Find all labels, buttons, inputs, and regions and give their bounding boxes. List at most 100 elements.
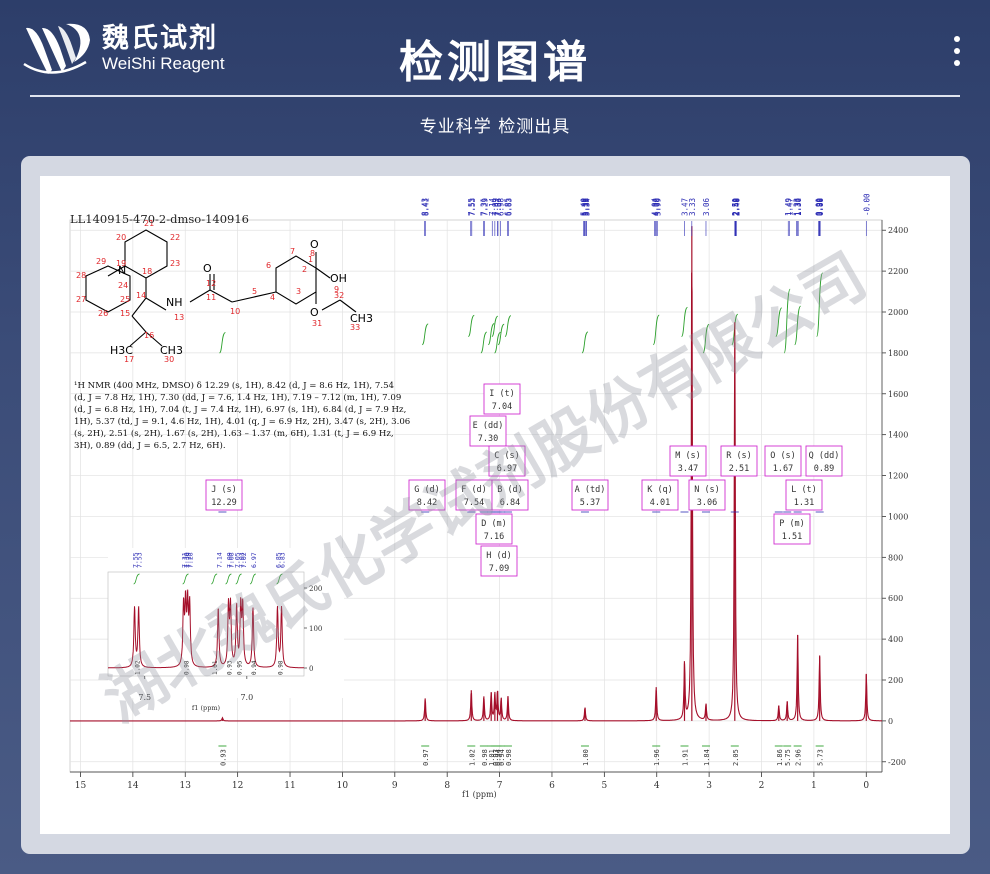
atom-num-27: 27 — [76, 295, 86, 304]
multiplet-shift: 3.06 — [697, 498, 717, 508]
x-tick-label: 0 — [863, 781, 869, 791]
peak-label-text: 1.30 — [794, 197, 803, 216]
multiplet-box: A (td) 5.37 — [571, 479, 609, 513]
atom-num-8: 8 — [310, 249, 315, 258]
integral-value: 0.97 — [421, 745, 430, 766]
integral-value: 1.86 — [774, 745, 784, 766]
atom-num-20: 20 — [116, 233, 126, 242]
atom-num-2: 2 — [302, 265, 307, 274]
integral-value-text: 0.93 — [219, 749, 227, 766]
multiplet-box: N (s) 3.06 — [688, 479, 726, 513]
peak-label: -0.00 — [862, 193, 871, 236]
y-tick-label: 2400 — [888, 226, 908, 235]
nmr-description-text: ¹H NMR (400 MHz, DMSO) δ 12.29 (s, 1H), … — [74, 380, 410, 451]
multiplet-shift: 7.16 — [484, 532, 504, 542]
multiplet-name: I (t) — [489, 389, 515, 399]
integral-curve — [652, 314, 660, 346]
x-tick-label: 3 — [706, 781, 712, 791]
inset-y-tick-label: 0 — [309, 665, 313, 673]
atom-num-16: 16 — [144, 331, 154, 340]
integral-value-text: 0.98 — [505, 749, 513, 766]
integral-value-text: 2.96 — [795, 749, 803, 766]
integral-value-text: 1.96 — [653, 749, 661, 766]
peak-label-text: 8.41 — [422, 198, 431, 216]
x-tick-label: 12 — [232, 781, 243, 791]
multiplet-shift: 3.47 — [678, 464, 698, 474]
nmr-spectrum-chart: 15 14 13 12 11 10 9 8 7 6 5 4 3 2 1 0-20002004006008001… — [69, 193, 908, 799]
y-tick-label: 1200 — [888, 472, 908, 481]
multiplet-name: M (s) — [675, 451, 701, 461]
multiplet-shift: 7.09 — [489, 564, 509, 574]
atom-num-26: 26 — [98, 309, 108, 318]
nmr-line-5: (s, 2H), 2.51 (s, 2H), 1.67 (s, 2H), 1.6… — [74, 428, 394, 439]
x-tick-label: 6 — [549, 781, 555, 791]
x-tick-label: 5 — [601, 781, 607, 791]
integral-curve — [480, 331, 488, 354]
x-tick-label: 15 — [75, 781, 87, 791]
y-tick-label: 0 — [888, 717, 893, 726]
integral-curve — [421, 323, 429, 346]
atom-num-24: 24 — [118, 281, 128, 290]
y-tick-label: 200 — [888, 676, 903, 685]
multiplet-name: A (td) — [575, 485, 606, 495]
x-tick-label: 10 — [337, 781, 349, 791]
nmr-line-6: 3H), 0.89 (dd, J = 6.5, 2.7 Hz, 6H). — [74, 440, 226, 451]
y-tick-label: 800 — [888, 553, 903, 562]
atom-label-o31: O — [310, 306, 319, 319]
atom-num-17: 17 — [124, 355, 134, 364]
multiplet-name: H (d) — [486, 551, 512, 561]
multiplet-shift: 4.01 — [650, 498, 670, 508]
atom-num-22: 22 — [170, 233, 180, 242]
multiplet-shift: 1.31 — [794, 498, 814, 508]
integral-curve — [219, 332, 226, 354]
y-tick-label: 600 — [888, 594, 903, 603]
x-tick-label: 13 — [180, 781, 192, 791]
nmr-spectrum-image[interactable]: 15 14 13 12 11 10 9 8 7 6 5 4 3 2 1 0 -200 0 200 400 600 800 1… — [40, 176, 950, 834]
atom-num-30: 30 — [164, 355, 174, 364]
peak-label-text: 5.34 — [583, 197, 592, 216]
y-tick-label: 1400 — [888, 431, 908, 440]
integral-value: 5.75 — [783, 745, 792, 766]
x-tick-label: 11 — [284, 781, 295, 791]
multiplet-name: K (q) — [647, 485, 673, 495]
atom-num-32: 32 — [334, 291, 344, 300]
inset-peak-label: 7.53 — [136, 552, 144, 568]
integral-value-text: 1.00 — [582, 749, 590, 766]
integral-value: 2.96 — [793, 745, 803, 766]
y-tick-label: 2000 — [888, 308, 908, 317]
y-tick-label: -200 — [888, 758, 906, 767]
integral-value: 0.98 — [503, 745, 513, 766]
integral-curve — [504, 315, 512, 337]
structure-bond-31-32 — [321, 299, 341, 311]
atom-num-31: 31 — [312, 319, 322, 328]
multiplet-box: R (s) 2.51 — [720, 445, 758, 513]
multiplet-shift: 7.04 — [492, 402, 512, 412]
integral-curve — [467, 314, 475, 337]
integral-value: 0.93 — [218, 745, 227, 766]
multiplet-name: J (s) — [211, 485, 237, 495]
multiplet-box: P (m) 1.51 — [773, 511, 811, 545]
atom-num-12: 12 — [206, 279, 216, 288]
multiplet-shift: 0.89 — [814, 464, 834, 474]
structure-bond-14-13 — [145, 297, 167, 311]
structure-bond-14-15 — [131, 297, 147, 317]
nmr-line-1: ¹H NMR (400 MHz, DMSO) δ 12.29 (s, 1H), … — [74, 380, 395, 391]
peak-label-text: 3.99 — [653, 198, 662, 216]
multiplet-name: L (t) — [791, 485, 817, 495]
multiplet-shift: 5.37 — [580, 498, 600, 508]
more-menu-icon[interactable] — [954, 36, 962, 72]
atom-num-7: 7 — [290, 247, 295, 256]
multiplet-name: E (dd) — [473, 421, 504, 431]
structure-bond-15-16 — [131, 315, 147, 333]
integral-value: 5.73 — [815, 745, 825, 766]
integral-value-text: 5.75 — [784, 749, 792, 766]
header-divider — [30, 95, 960, 97]
x-tick-label: 4 — [654, 781, 660, 791]
atom-label-o12: O — [203, 262, 212, 275]
x-tick-label: 9 — [392, 781, 398, 791]
integral-value-text: 1.02 — [468, 749, 476, 766]
atom-num-3: 3 — [296, 287, 301, 296]
nmr-line-4: 1H), 5.37 (td, J = 9.1, 4.6 Hz, 1H), 4.0… — [74, 416, 410, 427]
peak-label-group: 8.438.41 7.557.53 7.317.297.147.097.047.03… — [421, 193, 871, 236]
integral-value-text: 5.73 — [817, 749, 825, 766]
